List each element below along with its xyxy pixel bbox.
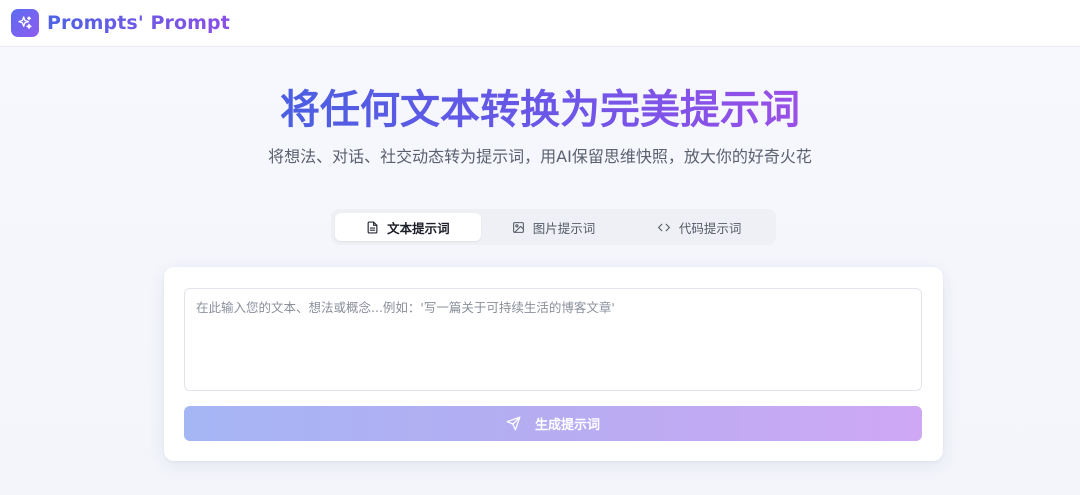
tab-label: 图片提示词	[532, 220, 596, 236]
prompt-card: 生成提示词	[164, 267, 943, 461]
tab-text-prompt[interactable]: 文本提示词	[335, 213, 481, 241]
tab-code-prompt[interactable]: 代码提示词	[626, 213, 772, 241]
page-title-text: 将任何文本转换为完美提示词	[280, 87, 800, 133]
generate-button-label: 生成提示词	[534, 418, 600, 433]
page-subtitle: 将想法、对话、社交动态转为提示词，用AI保留思维快照，放大你的好奇火花	[268, 147, 812, 166]
document-icon	[367, 220, 378, 234]
tab-image-prompt[interactable]: 图片提示词	[481, 213, 627, 241]
prompt-input[interactable]	[184, 288, 922, 391]
brand-name[interactable]: Prompts' Prompt	[47, 12, 230, 34]
image-icon	[512, 221, 524, 233]
sparkles-icon	[18, 16, 32, 29]
logo[interactable]	[11, 9, 39, 37]
tab-label: 文本提示词	[387, 220, 450, 236]
generate-prompt-button[interactable]: 生成提示词	[184, 406, 922, 441]
page-title: 将任何文本转换为完美提示词	[0, 84, 1080, 136]
code-icon	[657, 223, 670, 231]
tab-label: 代码提示词	[678, 220, 742, 236]
page: Prompts' Prompt 将任何文本转换为完美提示词 将想法、对话、社交动…	[0, 0, 1080, 495]
top-bar: Prompts' Prompt	[0, 0, 1080, 47]
send-icon	[506, 416, 521, 431]
prompt-type-tabs: 文本提示词 图片提示词 代码提示词	[331, 209, 776, 245]
